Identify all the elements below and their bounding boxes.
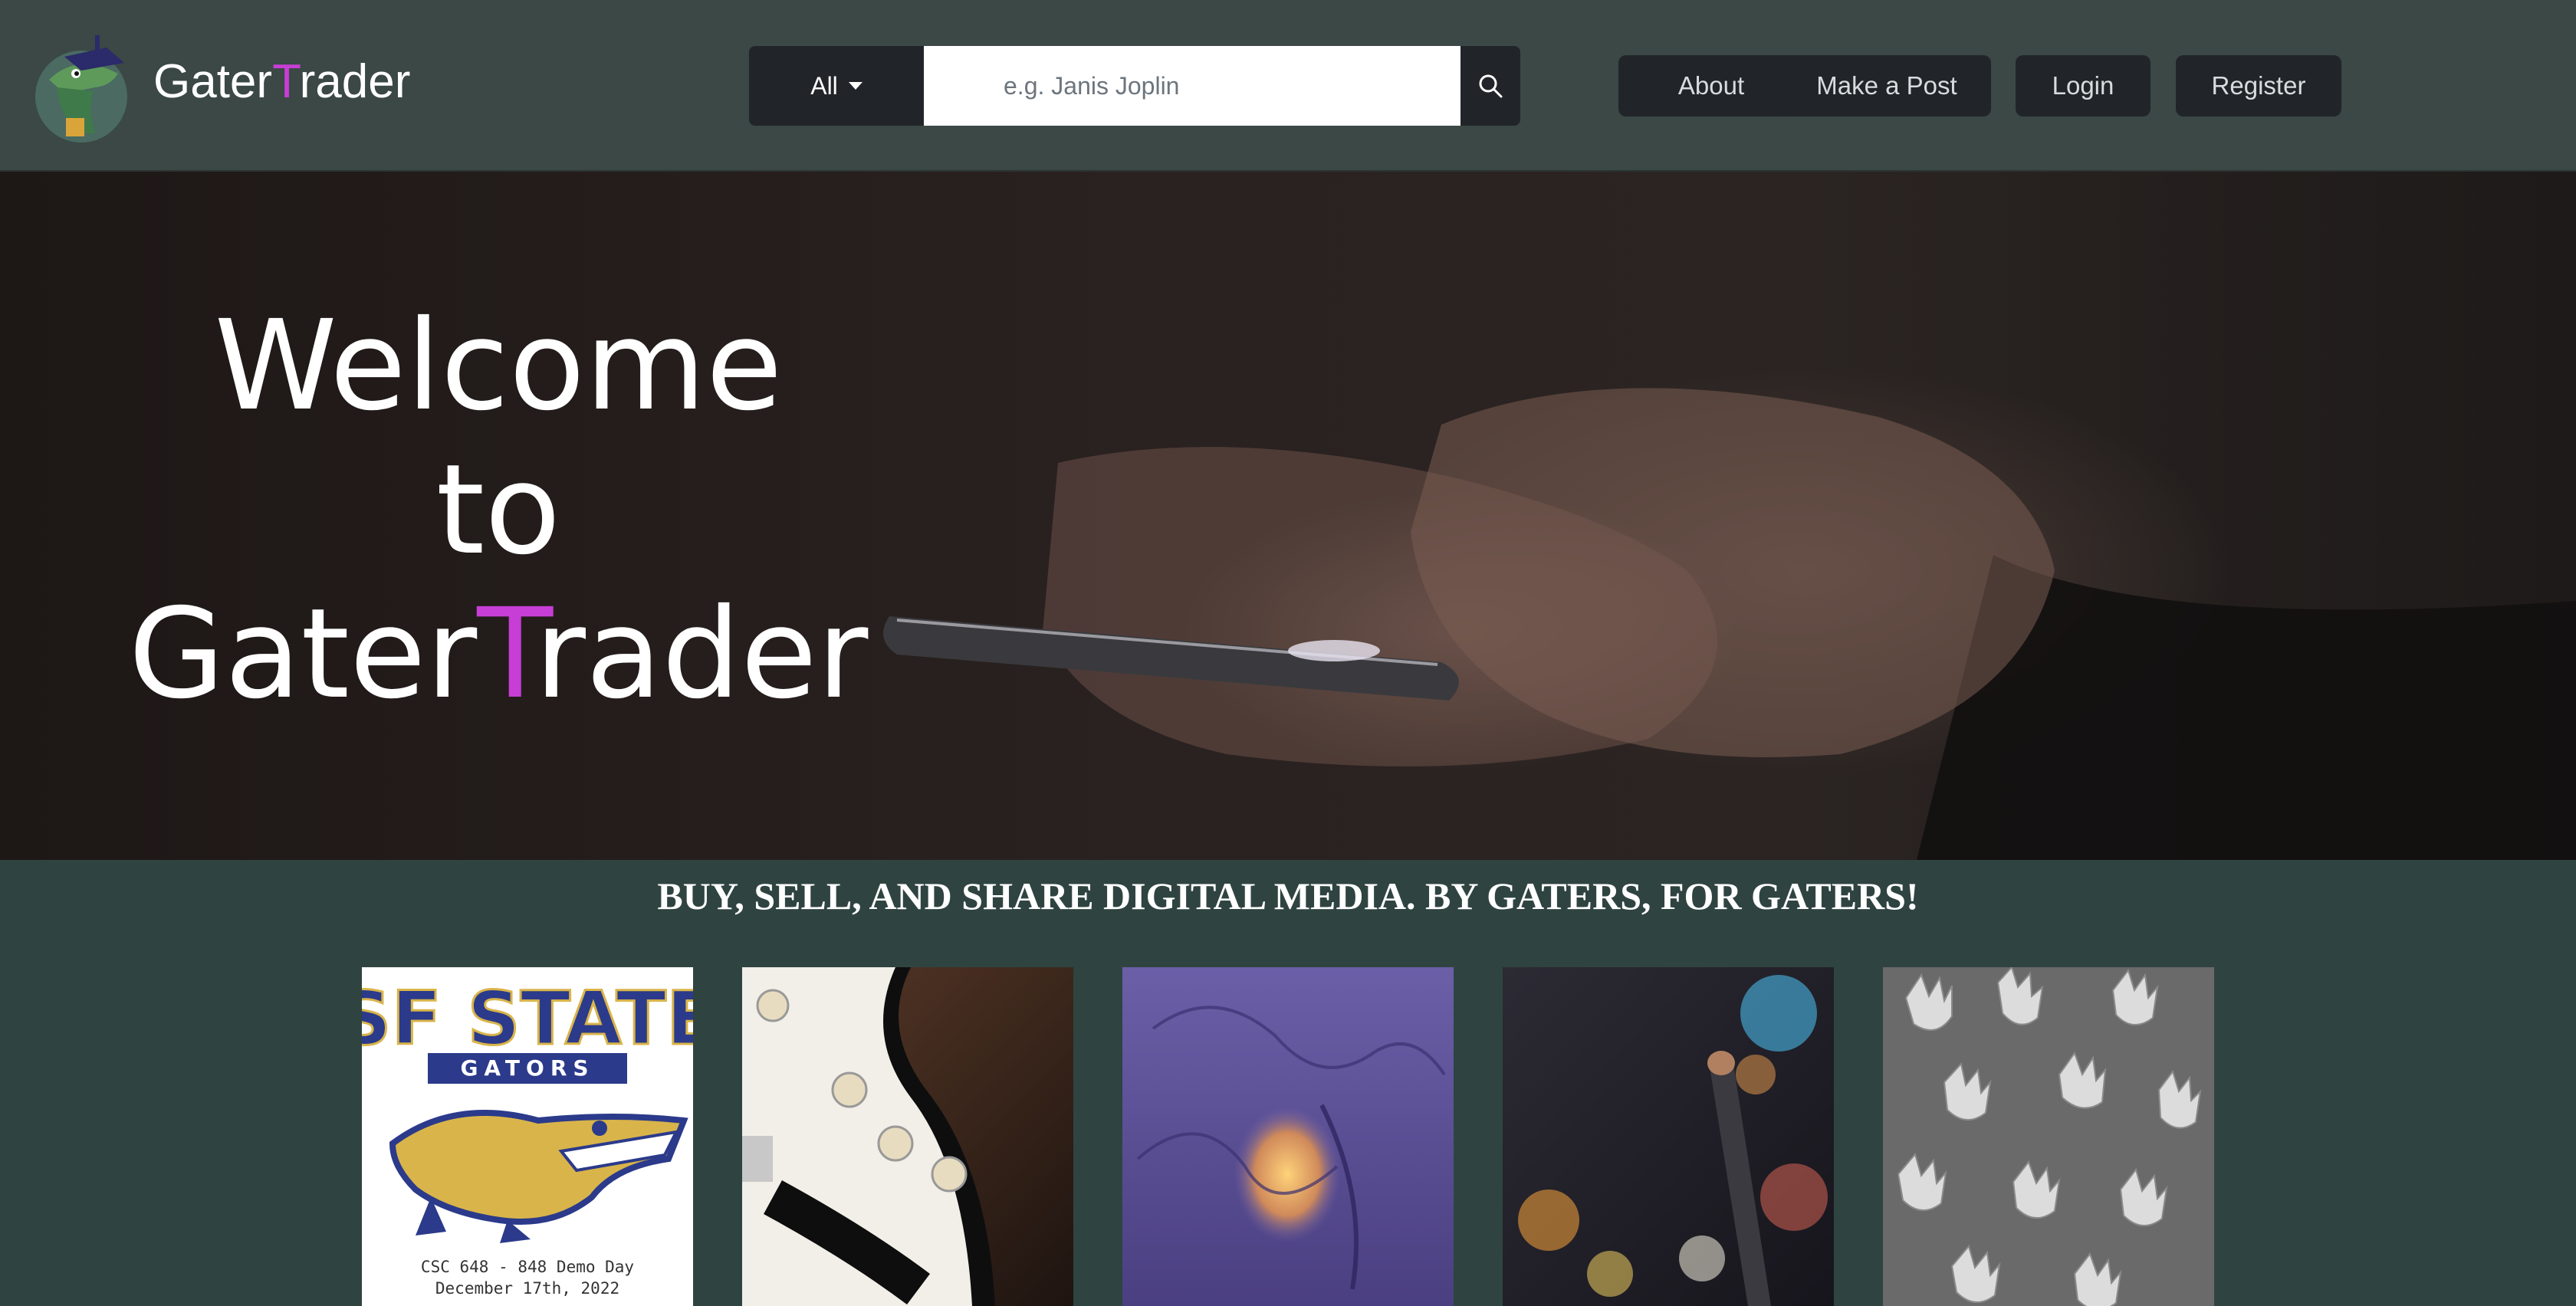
card-electric-guitar[interactable] (742, 967, 1073, 1306)
hero-brand-part2: rader (534, 582, 869, 727)
card-hands-sculpture[interactable] (1883, 967, 2214, 1306)
logo-gators-text: GATORS (460, 1055, 594, 1081)
purple-light-image (1122, 967, 1454, 1306)
hero-brand-part1: Gater (128, 582, 478, 727)
hero-line-welcome: Welcome (214, 294, 783, 438)
search-bar: All (749, 46, 1520, 126)
search-icon (1479, 74, 1503, 98)
hero-brand-accent: T (477, 582, 535, 727)
hero-line-brand: GaterTrader (115, 582, 882, 727)
brand-name-part2: rader (299, 55, 411, 108)
brand-name[interactable]: GaterTrader (153, 48, 410, 116)
login-button[interactable]: Login (2016, 55, 2150, 116)
hero-banner: Welcome to GaterTrader (0, 172, 2576, 860)
navbar: GaterTrader All About Make a Post Login … (0, 0, 2576, 172)
gator-logo[interactable] (34, 26, 133, 149)
card-caption-line2: December 17th, 2022 (435, 1279, 619, 1298)
logo-sf-state-text: SF STATE (362, 976, 693, 1062)
hero-heading: Welcome to GaterTrader (115, 294, 882, 727)
hero-line-to: to (435, 438, 561, 582)
category-dropdown[interactable]: All (749, 46, 924, 126)
search-button[interactable] (1460, 46, 1520, 126)
make-post-button[interactable]: Make a Post (1783, 55, 1991, 116)
brand-name-part1: Gater (153, 55, 273, 108)
card-sf-state-demo-day[interactable]: SF STATE GATORS CSC 648 - 848 Demo Day D… (362, 967, 693, 1306)
hands-sculpture-image (1883, 967, 2214, 1306)
card-purple-abstract-light[interactable] (1122, 967, 1454, 1306)
search-input[interactable] (924, 46, 1460, 126)
tagline: BUY, SELL, AND SHARE DIGITAL MEDIA. BY G… (657, 874, 1919, 917)
card-caption-line1: CSC 648 - 848 Demo Day (421, 1258, 634, 1276)
sf-state-logo-image: SF STATE GATORS CSC 648 - 848 Demo Day D… (362, 967, 693, 1306)
about-button[interactable]: About (1618, 55, 1804, 116)
microphone-image (1503, 967, 1834, 1306)
caret-down-icon (848, 82, 863, 90)
card-microphone-bokeh[interactable] (1503, 967, 1834, 1306)
category-selected-label: All (810, 71, 838, 100)
register-button[interactable]: Register (2176, 55, 2341, 116)
guitar-image (742, 967, 1073, 1306)
brand-name-accent: T (272, 55, 300, 108)
